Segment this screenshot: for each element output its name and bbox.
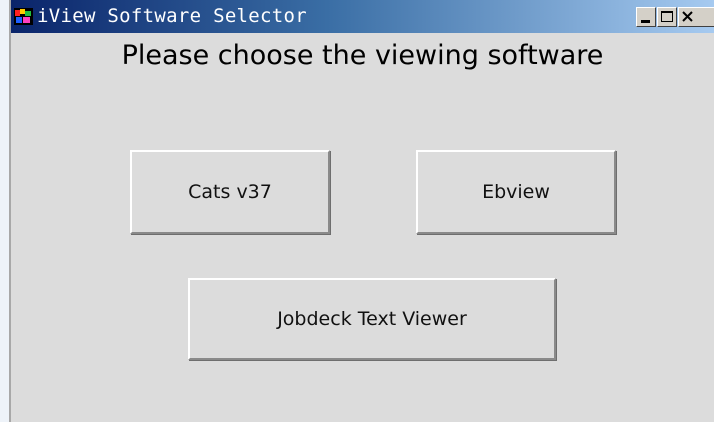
iview-selector-window: iView Software Selector Please choose th…: [9, 0, 714, 422]
app-icon[interactable]: [14, 8, 33, 25]
ebview-button[interactable]: Ebview: [416, 150, 616, 234]
minimize-button[interactable]: [636, 7, 656, 27]
maximize-button[interactable]: [657, 7, 677, 27]
close-button[interactable]: [678, 7, 714, 27]
cats-v37-button[interactable]: Cats v37: [130, 150, 330, 234]
jobdeck-text-viewer-button[interactable]: Jobdeck Text Viewer: [188, 278, 556, 360]
page-title: Please choose the viewing software: [121, 40, 604, 71]
title-bar[interactable]: iView Software Selector: [11, 0, 714, 33]
window-title: iView Software Selector: [37, 5, 307, 27]
